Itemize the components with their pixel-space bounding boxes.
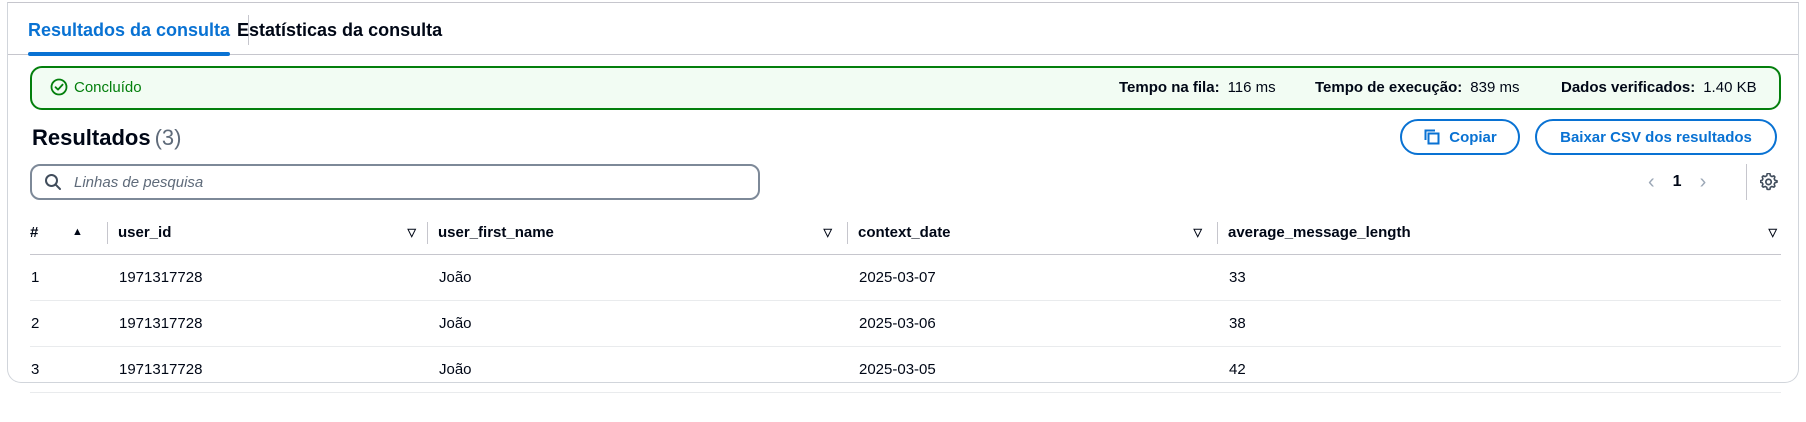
column-header-average-message-length[interactable]: average_message_length ▽ xyxy=(1218,210,1781,255)
query-results-panel: Resultados da consulta Estatísticas da c… xyxy=(7,2,1799,393)
sort-caret-icon[interactable]: ▽ xyxy=(1194,226,1202,239)
status-banner: Concluído Tempo na fila: 116 ms Tempo de … xyxy=(30,66,1781,110)
column-header-label: # xyxy=(30,223,39,241)
tab-query-stats[interactable]: Estatísticas da consulta xyxy=(237,3,442,55)
results-title: Resultados xyxy=(32,125,151,150)
cell-user-first-name: João xyxy=(428,254,848,301)
check-circle-icon xyxy=(50,78,68,96)
sort-caret-icon[interactable]: ▽ xyxy=(1769,226,1777,239)
results-table: # ▲ user_id ▽ user_first_name ▽ context_… xyxy=(30,210,1781,393)
copy-button[interactable]: Copiar xyxy=(1400,119,1520,155)
data-scanned-label: Dados verificados: xyxy=(1561,79,1696,96)
queue-time-metric: Tempo na fila: 116 ms xyxy=(1119,79,1276,96)
data-scanned-value: 1.40 KB xyxy=(1703,79,1757,96)
table-row: 2 1971317728 João 2025-03-06 38 xyxy=(30,300,1781,347)
cell-text: 2025-03-05 xyxy=(859,361,936,378)
current-page[interactable]: 1 xyxy=(1673,173,1682,191)
cell-user-id: 1971317728 xyxy=(108,300,428,347)
cell-average-message-length: 38 xyxy=(1218,300,1781,347)
cell-context-date: 2025-03-06 xyxy=(848,300,1218,347)
download-csv-label: Baixar CSV dos resultados xyxy=(1560,128,1752,146)
column-header-label: context_date xyxy=(858,223,951,241)
results-heading: Resultados (3) xyxy=(32,125,181,151)
table-row: 1 1971317728 João 2025-03-07 33 xyxy=(30,254,1781,301)
cell-index: 2 xyxy=(30,300,108,347)
table-row: 3 1971317728 João 2025-03-05 42 xyxy=(30,346,1781,393)
cell-text: 2025-03-06 xyxy=(859,315,936,332)
column-header-user-first-name[interactable]: user_first_name ▽ xyxy=(428,210,848,255)
cell-average-message-length: 42 xyxy=(1218,346,1781,393)
cell-text: João xyxy=(439,269,472,286)
sort-ascending-icon[interactable]: ▲ xyxy=(72,226,83,238)
sort-caret-icon[interactable]: ▽ xyxy=(824,226,832,239)
cell-user-id: 1971317728 xyxy=(108,346,428,393)
cell-text: 1971317728 xyxy=(119,361,203,378)
cell-context-date: 2025-03-05 xyxy=(848,346,1218,393)
cell-text: 2025-03-07 xyxy=(859,269,936,286)
status-completed: Concluído xyxy=(50,78,142,96)
next-page-icon[interactable]: › xyxy=(1700,171,1707,194)
execution-time-metric: Tempo de execução: 839 ms xyxy=(1315,79,1519,96)
gear-icon xyxy=(1759,172,1778,191)
sort-caret-icon[interactable]: ▽ xyxy=(408,226,416,239)
copy-icon xyxy=(1424,129,1440,145)
cell-context-date: 2025-03-07 xyxy=(848,254,1218,301)
cell-text: 42 xyxy=(1229,361,1246,378)
column-header-label: user_id xyxy=(118,223,172,241)
cell-text: 33 xyxy=(1229,269,1246,286)
table-settings-button[interactable] xyxy=(1759,172,1778,196)
prev-page-icon[interactable]: ‹ xyxy=(1648,171,1655,194)
column-header-user-id[interactable]: user_id ▽ xyxy=(108,210,428,255)
data-scanned-metric: Dados verificados: 1.40 KB xyxy=(1561,79,1757,96)
cell-text: 1971317728 xyxy=(119,269,203,286)
queue-time-value: 116 ms xyxy=(1227,79,1276,96)
table-header-row: # ▲ user_id ▽ user_first_name ▽ context_… xyxy=(30,210,1781,255)
cell-text: 38 xyxy=(1229,315,1246,332)
cell-user-first-name: João xyxy=(428,300,848,347)
pagination-divider xyxy=(1746,164,1747,200)
cell-average-message-length: 33 xyxy=(1218,254,1781,301)
cell-user-id: 1971317728 xyxy=(108,254,428,301)
search-field[interactable] xyxy=(30,164,760,200)
cell-text: 1971317728 xyxy=(119,315,203,332)
column-header-context-date[interactable]: context_date ▽ xyxy=(848,210,1218,255)
queue-time-label: Tempo na fila: xyxy=(1119,79,1220,96)
column-header-label: user_first_name xyxy=(438,223,554,241)
cell-index: 3 xyxy=(30,346,108,393)
execution-time-label: Tempo de execução: xyxy=(1315,79,1463,96)
cell-user-first-name: João xyxy=(428,346,848,393)
cell-index: 1 xyxy=(30,254,108,301)
cell-text: João xyxy=(439,315,472,332)
tab-bar: Resultados da consulta Estatísticas da c… xyxy=(8,3,1798,56)
tab-query-results[interactable]: Resultados da consulta xyxy=(28,3,231,56)
download-csv-button[interactable]: Baixar CSV dos resultados xyxy=(1535,119,1777,155)
results-count: (3) xyxy=(154,125,182,150)
execution-time-value: 839 ms xyxy=(1470,79,1520,96)
search-input[interactable] xyxy=(72,172,736,192)
column-header-label: average_message_length xyxy=(1228,223,1411,241)
cell-text: João xyxy=(439,361,472,378)
pagination: ‹ 1 › xyxy=(1648,169,1706,195)
column-header-index[interactable]: # ▲ xyxy=(30,210,108,255)
copy-button-label: Copiar xyxy=(1449,128,1497,146)
status-text: Concluído xyxy=(74,78,142,96)
search-icon xyxy=(45,174,61,190)
